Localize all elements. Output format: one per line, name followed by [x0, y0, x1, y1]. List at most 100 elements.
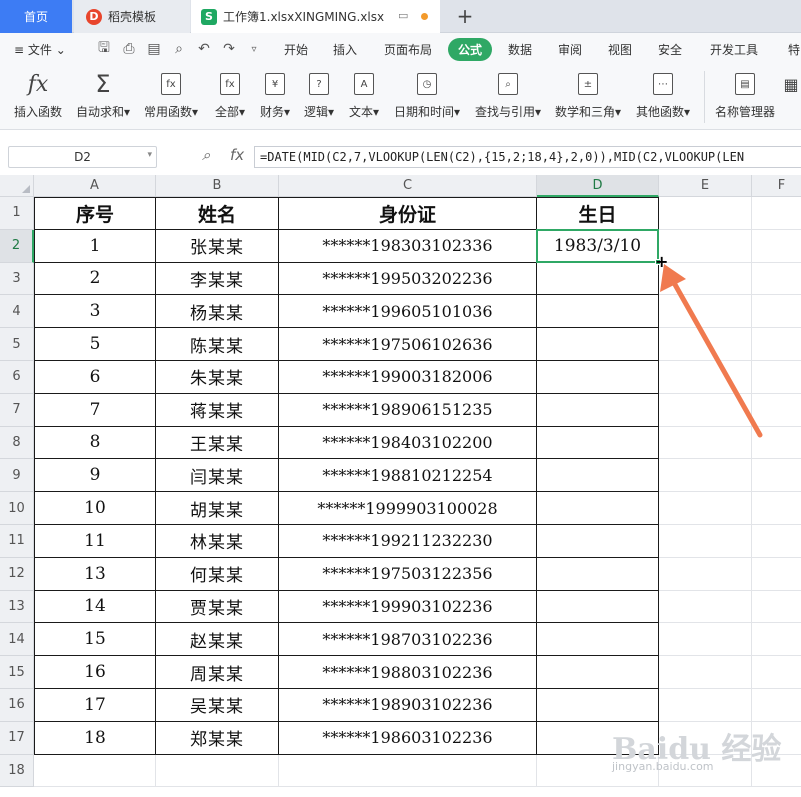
cell-birthday[interactable] — [537, 557, 659, 591]
empty-cell[interactable] — [156, 754, 279, 788]
cell-birthday[interactable] — [537, 328, 659, 361]
cell-index[interactable]: 17 — [34, 689, 156, 722]
empty-cell[interactable] — [659, 197, 752, 230]
cell-index[interactable]: 16 — [34, 656, 156, 689]
cell-name[interactable]: 闫某某 — [156, 459, 279, 493]
new-tab-button[interactable]: + — [452, 3, 478, 29]
empty-cell[interactable] — [659, 525, 752, 558]
cell-index[interactable]: 序号 — [34, 197, 156, 230]
empty-cell[interactable] — [659, 557, 752, 591]
menu-special[interactable]: 特 — [788, 41, 800, 58]
date-time-button[interactable]: ◷ 日期和时间▾ — [392, 69, 462, 120]
cell-birthday[interactable] — [537, 689, 659, 722]
cell-index[interactable]: 3 — [34, 295, 156, 329]
find-icon[interactable]: ⌕ — [170, 40, 188, 58]
empty-cell[interactable] — [752, 328, 801, 361]
tab-home[interactable]: 首页 — [0, 0, 72, 33]
cell-id-number[interactable]: ******198810212254 — [279, 459, 537, 493]
row-header[interactable]: 15 — [0, 656, 34, 689]
window-restore-icon[interactable]: ▭ — [398, 9, 408, 22]
row-header[interactable]: 1 — [0, 197, 34, 230]
cell-index[interactable]: 2 — [34, 262, 156, 296]
row-header[interactable]: 16 — [0, 689, 34, 722]
cell-id-number[interactable]: ******199503202236 — [279, 262, 537, 296]
menu-insert[interactable]: 插入 — [333, 41, 357, 58]
cell-name[interactable]: 吴某某 — [156, 689, 279, 722]
empty-cell[interactable] — [659, 229, 752, 263]
empty-cell[interactable] — [752, 623, 801, 657]
empty-cell[interactable] — [659, 492, 752, 525]
row-header[interactable]: 9 — [0, 459, 34, 493]
empty-cell[interactable] — [752, 263, 801, 296]
empty-cell[interactable] — [752, 197, 801, 230]
cell-name[interactable]: 周某某 — [156, 656, 279, 689]
other-functions-button[interactable]: ⋯ 其他函数▾ — [634, 69, 692, 120]
cell-name[interactable]: 郑某某 — [156, 721, 279, 755]
cell-id-number[interactable]: ******199605101036 — [279, 295, 537, 329]
row-header[interactable]: 13 — [0, 590, 34, 624]
cell-birthday[interactable] — [537, 262, 659, 296]
cell-index[interactable]: 18 — [34, 721, 156, 755]
sheet-grid[interactable]: A B C D E F 1 2 3 4 5 6 7 8 9 10 11 12 13 14 15 16 17 18 序号 姓名 身份证… — [0, 175, 801, 797]
empty-cell[interactable] — [752, 656, 801, 689]
empty-cell[interactable] — [752, 295, 801, 329]
cell-name[interactable]: 林某某 — [156, 525, 279, 558]
undo-icon[interactable]: ↶ — [195, 40, 213, 58]
cell-name[interactable]: 蒋某某 — [156, 393, 279, 427]
text-functions-button[interactable]: A 文本▾ — [345, 69, 383, 120]
cell-birthday[interactable]: 1983/3/10 — [537, 229, 659, 263]
menu-review[interactable]: 审阅 — [558, 41, 582, 58]
cell-index[interactable]: 8 — [34, 426, 156, 460]
cell-index[interactable]: 6 — [34, 361, 156, 394]
empty-cell[interactable] — [659, 328, 752, 361]
cell-index[interactable]: 15 — [34, 623, 156, 657]
row-header[interactable]: 3 — [0, 262, 34, 296]
cell-name[interactable]: 何某某 — [156, 557, 279, 591]
column-header-b[interactable]: B — [156, 175, 279, 197]
print-preview-icon[interactable]: ⎙ — [120, 40, 138, 58]
cell-index[interactable]: 10 — [34, 492, 156, 525]
cell-id-number[interactable]: ******198906151235 — [279, 393, 537, 427]
cell-index[interactable]: 1 — [34, 229, 156, 263]
cell-birthday[interactable] — [537, 492, 659, 525]
empty-cell[interactable] — [659, 262, 752, 296]
select-all-corner[interactable] — [0, 175, 34, 197]
cell-id-number[interactable]: ******199903102236 — [279, 590, 537, 624]
zoom-icon[interactable]: ⌕ — [202, 146, 210, 164]
empty-cell[interactable] — [752, 361, 801, 394]
cell-id-number[interactable]: ******198803102236 — [279, 656, 537, 689]
empty-cell[interactable] — [752, 492, 801, 525]
empty-cell[interactable] — [752, 689, 801, 722]
column-header-c[interactable]: C — [279, 175, 537, 197]
empty-cell[interactable] — [659, 590, 752, 624]
save-icon[interactable]: 🖫 — [95, 40, 113, 58]
name-box[interactable]: D2 ▾ — [8, 146, 157, 168]
cell-birthday[interactable] — [537, 590, 659, 624]
empty-cell[interactable] — [752, 558, 801, 591]
empty-cell[interactable] — [659, 656, 752, 689]
cell-index[interactable]: 13 — [34, 557, 156, 591]
file-menu[interactable]: ≡ 文件 ⌄ — [14, 41, 66, 58]
lookup-reference-button[interactable]: ⌕ 查找与引用▾ — [473, 69, 543, 120]
menu-formulas[interactable]: 公式 — [448, 38, 493, 61]
empty-cell[interactable] — [659, 426, 752, 460]
cell-index[interactable]: 5 — [34, 328, 156, 361]
menu-page-layout[interactable]: 页面布局 — [384, 41, 432, 58]
insert-function-button[interactable]: fx 插入函数 — [10, 69, 66, 120]
cell-id-number[interactable]: ******199211232230 — [279, 525, 537, 558]
cell-birthday[interactable] — [537, 295, 659, 329]
column-header-a[interactable]: A — [34, 175, 156, 197]
empty-cell[interactable] — [752, 459, 801, 493]
cell-index[interactable]: 7 — [34, 393, 156, 427]
empty-cell[interactable] — [752, 525, 801, 558]
cell-id-number[interactable]: ******199003182006 — [279, 361, 537, 394]
autosum-button[interactable]: Σ 自动求和▾ — [74, 69, 132, 120]
cell-id-number[interactable]: ******198903102236 — [279, 689, 537, 722]
name-manager-button[interactable]: ▤ 名称管理器 — [714, 69, 776, 120]
formula-input[interactable]: =DATE(MID(C2,7,VLOOKUP(LEN(C2),{15,2;18,… — [254, 146, 801, 168]
cell-birthday[interactable] — [537, 459, 659, 493]
row-header[interactable]: 17 — [0, 721, 34, 755]
cell-index[interactable]: 9 — [34, 459, 156, 493]
empty-cell[interactable] — [752, 427, 801, 460]
menu-data[interactable]: 数据 — [508, 41, 532, 58]
